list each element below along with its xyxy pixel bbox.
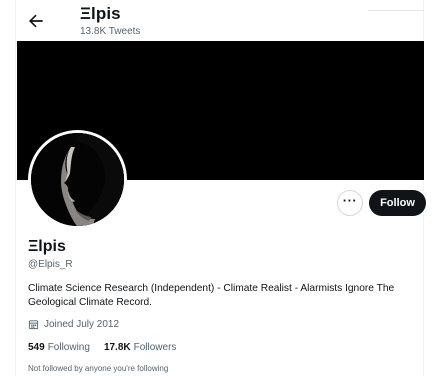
profile-display-name: Ξlpis	[28, 238, 66, 255]
following-link[interactable]: 549 Following	[28, 342, 90, 353]
not-followed-notice: Not followed by anyone you're following	[28, 364, 169, 373]
followers-count: 17.8K	[103, 342, 131, 353]
header-tweet-count: 13.8K Tweets	[80, 26, 141, 37]
avatar[interactable]	[28, 130, 127, 229]
profile-header-bar: Ξlpis 13.8K Tweets	[16, 0, 425, 40]
avatar-image	[31, 133, 124, 226]
joined-date: Joined July 2012	[28, 319, 119, 330]
follow-stats: 549 Following 17.8K Followers	[28, 342, 190, 353]
header-divider	[368, 10, 424, 11]
joined-label: Joined July 2012	[44, 319, 120, 330]
calendar-icon	[28, 320, 39, 330]
profile-column: Ξlpis 13.8K Tweets ··· Follow Ξlpis @Elp…	[15, 0, 426, 376]
back-arrow-icon[interactable]	[26, 11, 46, 31]
profile-handle: @Elpis_R	[28, 259, 73, 270]
following-count: 549	[28, 342, 45, 353]
followers-label: Followers	[133, 342, 177, 353]
profile-bio: Climate Science Research (Independent) -…	[28, 283, 395, 308]
follow-button[interactable]: Follow	[369, 190, 426, 216]
more-icon: ···	[342, 193, 358, 208]
followers-link[interactable]: 17.8K Followers	[104, 342, 176, 353]
header-profile-name: Ξlpis	[80, 4, 121, 23]
more-options-button[interactable]: ···	[337, 190, 363, 216]
following-label: Following	[47, 342, 90, 353]
